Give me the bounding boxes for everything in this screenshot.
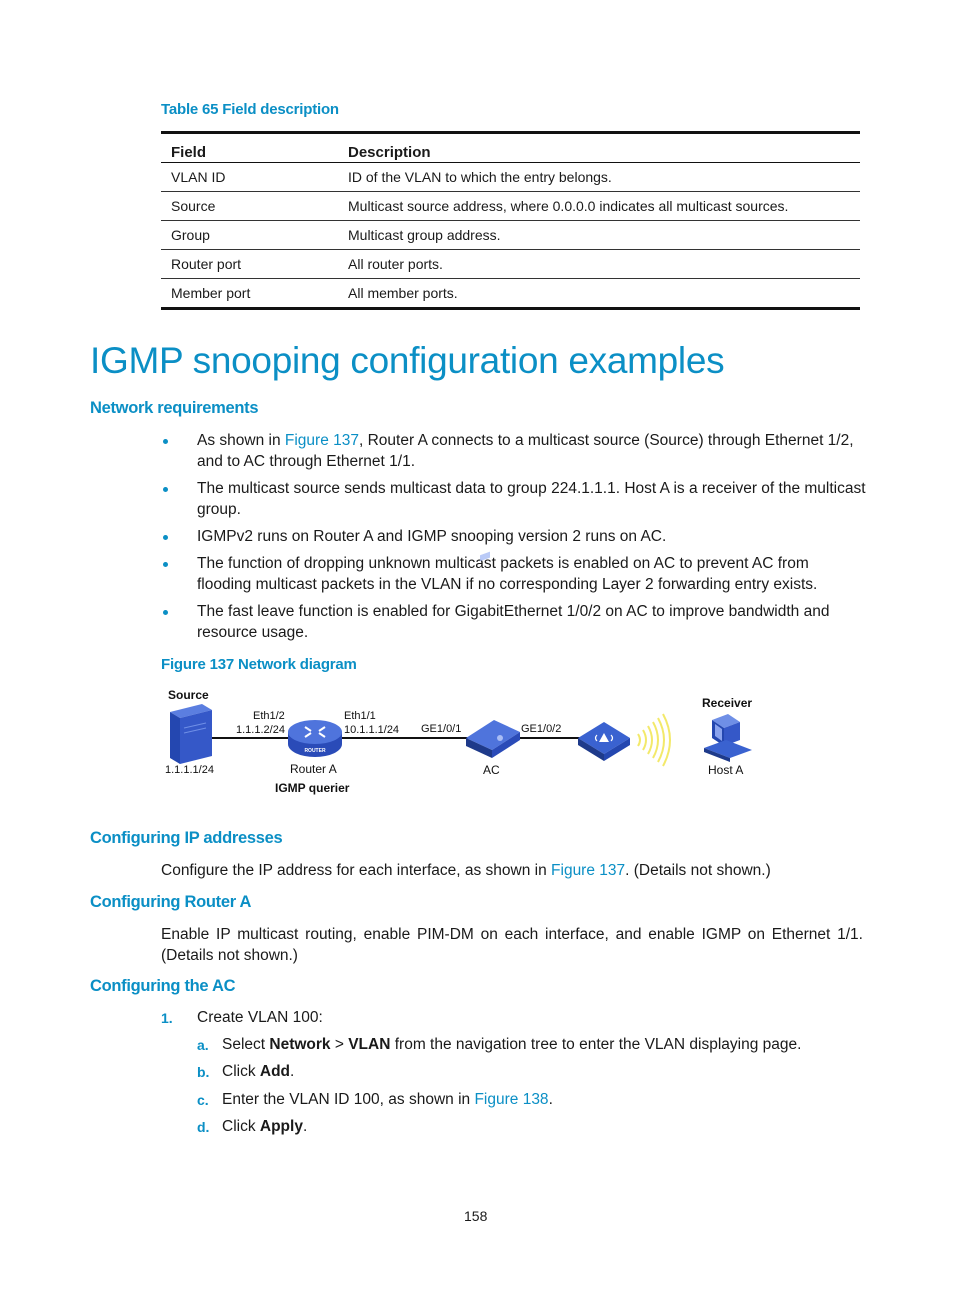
- cell-field: Group: [161, 220, 338, 250]
- ge102-label: GE1/0/2: [521, 723, 562, 735]
- substep-letter: d.: [197, 1119, 210, 1135]
- field-description-table: Field Description VLAN ID ID of the VLAN…: [161, 131, 860, 310]
- list-item: The fast leave function is enabled for G…: [161, 601, 866, 643]
- eth11-ip-label: 10.1.1.1/24: [344, 724, 400, 736]
- source-label: Source: [168, 688, 209, 702]
- network-requirements-heading: Network requirements: [90, 399, 259, 417]
- ac-heading: Configuring the AC: [90, 977, 236, 995]
- bullet-icon: [163, 535, 168, 540]
- bullet-icon: [163, 610, 168, 615]
- router-a-heading: Configuring Router A: [90, 893, 252, 911]
- bullet-text: As shown in: [197, 432, 285, 449]
- bullet-icon: [163, 439, 168, 444]
- cell-description: Multicast source address, where 0.0.0.0 …: [338, 191, 860, 221]
- add-button-label: Add: [259, 1063, 291, 1080]
- ip-text-post: . (Details not shown.): [625, 862, 771, 879]
- header-description: Description: [348, 143, 431, 161]
- router-badge-text: ROUTER: [304, 748, 326, 754]
- page-title: IGMP snooping configuration examples: [90, 340, 725, 381]
- router-a-text: Enable IP multicast routing, enable PIM-…: [161, 926, 863, 964]
- server-icon: [170, 704, 212, 764]
- figure-137-link[interactable]: Figure 137: [551, 862, 625, 879]
- ac-label: AC: [483, 763, 500, 777]
- menu-vlan: VLAN: [348, 1036, 391, 1053]
- ip-addresses-heading: Configuring IP addresses: [90, 829, 283, 847]
- substep-letter: c.: [197, 1092, 209, 1108]
- eth11-label: Eth1/1: [344, 710, 376, 722]
- table-caption: Table 65 Field description: [161, 101, 339, 118]
- table-row: Source Multicast source address, where 0…: [161, 191, 860, 221]
- cell-description: All member ports.: [338, 278, 860, 310]
- table-row: Router port All router ports.: [161, 249, 860, 279]
- source-ip-label: 1.1.1.1/24: [165, 764, 214, 776]
- router-icon: ROUTER: [288, 720, 342, 757]
- substep-text: Click Add.: [222, 1063, 295, 1080]
- header-field: Field: [171, 143, 207, 161]
- host-pc-icon: [704, 714, 752, 762]
- substep-text: Select Network > VLAN from the navigatio…: [222, 1036, 802, 1053]
- substep-letter: a.: [197, 1037, 209, 1053]
- list-item: As shown in Figure 137, Router A connect…: [161, 430, 866, 472]
- bullet-text: The fast leave function is enabled for G…: [197, 603, 830, 641]
- bullet-icon: [163, 562, 168, 567]
- substep-letter: b.: [197, 1064, 210, 1080]
- eth12-ip-label: 1.1.1.2/24: [236, 724, 285, 736]
- bullet-text: IGMPv2 runs on Router A and IGMP snoopin…: [197, 528, 667, 545]
- figure-caption: Figure 137 Network diagram: [161, 656, 357, 673]
- list-item: IGMPv2 runs on Router A and IGMP snoopin…: [161, 526, 866, 547]
- bullet-text: The multicast source sends multicast dat…: [197, 480, 866, 518]
- step-number: 1.: [161, 1010, 173, 1026]
- bullet-text: The function of dropping unknown multica…: [197, 555, 818, 593]
- access-point-icon: [578, 722, 630, 761]
- figure-138-link[interactable]: Figure 138: [474, 1091, 548, 1108]
- requirements-list: As shown in Figure 137, Router A connect…: [161, 430, 866, 649]
- substep-text: Enter the VLAN ID 100, as shown in Figur…: [222, 1091, 553, 1108]
- eth12-label: Eth1/2: [253, 710, 285, 722]
- substep-text: Click Apply.: [222, 1118, 308, 1135]
- ip-addresses-text: Configure the IP address for each interf…: [161, 860, 771, 881]
- cell-field: VLAN ID: [161, 162, 338, 192]
- table-row: Member port All member ports.: [161, 278, 860, 310]
- cell-description: ID of the VLAN to which the entry belong…: [338, 162, 860, 192]
- cell-field: Source: [161, 191, 338, 221]
- apply-button-label: Apply: [259, 1118, 303, 1135]
- cell-description: All router ports.: [338, 249, 860, 279]
- table-row: Group Multicast group address.: [161, 220, 860, 250]
- table-header-row: Field Description: [161, 132, 860, 163]
- list-item: The multicast source sends multicast dat…: [161, 478, 866, 520]
- host-label: Host A: [708, 763, 744, 777]
- cell-field: Member port: [161, 278, 338, 310]
- router-name-label: Router A: [290, 762, 337, 776]
- table-row: VLAN ID ID of the VLAN to which the entr…: [161, 162, 860, 192]
- menu-network: Network: [269, 1036, 331, 1053]
- page-number: 158: [464, 1208, 488, 1224]
- ge101-label: GE1/0/1: [421, 723, 462, 735]
- cell-field: Router port: [161, 249, 338, 279]
- list-item: The function of dropping unknown multica…: [161, 553, 866, 595]
- wireless-signal-icon: [637, 713, 671, 767]
- bullet-icon: [163, 487, 168, 492]
- ip-text-pre: Configure the IP address for each interf…: [161, 862, 552, 879]
- router-role-label: IGMP querier: [275, 781, 350, 795]
- cell-description: Multicast group address.: [338, 220, 860, 250]
- figure-137-link[interactable]: Figure 137: [285, 432, 359, 449]
- step-text: Create VLAN 100:: [197, 1009, 323, 1026]
- receiver-label: Receiver: [702, 696, 753, 710]
